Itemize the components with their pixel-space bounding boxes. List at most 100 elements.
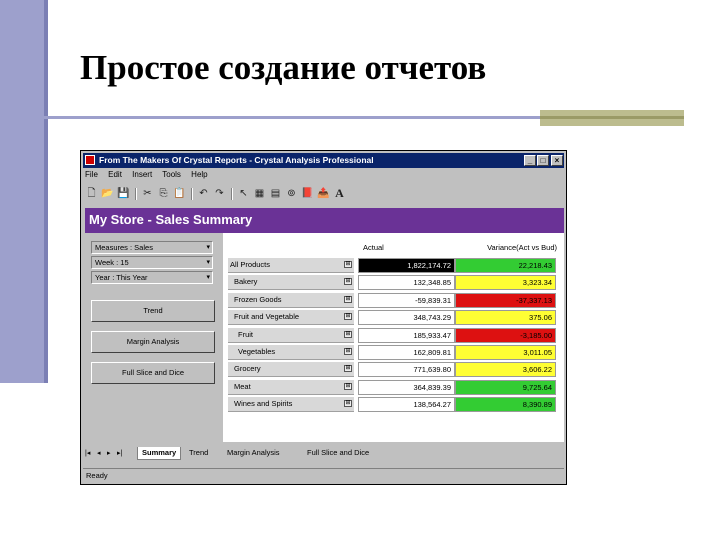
title-rule-accent-line: [540, 116, 684, 119]
undo-icon[interactable]: ↶: [197, 187, 210, 200]
window-titlebar[interactable]: From The Makers Of Crystal Reports - Cry…: [83, 153, 564, 168]
expand-icon[interactable]: ⊞: [344, 365, 352, 373]
first-sheet-icon[interactable]: |◂: [85, 449, 90, 457]
book-icon[interactable]: 📕: [301, 187, 314, 200]
title-rule: [30, 116, 540, 119]
menu-help[interactable]: Help: [191, 170, 207, 179]
row-label[interactable]: Frozen Goods ⊞: [228, 292, 354, 308]
prev-sheet-icon[interactable]: ◂: [97, 449, 101, 457]
dimension-year-label: Year : This Year: [95, 273, 148, 282]
row-label[interactable]: All Products ⊞: [228, 258, 354, 273]
expand-icon[interactable]: ⊞: [344, 261, 352, 268]
cell-actual[interactable]: 162,809.81: [358, 345, 455, 360]
cell-actual[interactable]: 1,822,174.72: [358, 258, 455, 273]
next-sheet-icon[interactable]: ▸: [107, 449, 111, 457]
row-label-text: Meat: [234, 381, 251, 391]
report-title: My Store - Sales Summary: [89, 212, 253, 227]
close-button[interactable]: ×: [551, 155, 563, 166]
expand-icon[interactable]: ⊞: [344, 278, 352, 286]
copy-icon[interactable]: ⎘: [157, 187, 170, 200]
cell-actual[interactable]: 771,639.80: [358, 362, 455, 378]
expand-icon[interactable]: ⊞: [344, 330, 352, 338]
explore-icon[interactable]: ⊚: [285, 187, 298, 200]
margin-analysis-button[interactable]: Margin Analysis: [91, 331, 215, 353]
expand-icon[interactable]: ⊞: [344, 295, 352, 303]
pointer-icon[interactable]: ↖: [237, 187, 250, 200]
slide-side-bar: [0, 0, 48, 383]
menu-edit[interactable]: Edit: [108, 170, 122, 179]
text-icon[interactable]: A: [333, 187, 346, 200]
row-label[interactable]: Grocery ⊞: [228, 362, 354, 378]
dimension-week[interactable]: Week : 15 ▾: [91, 256, 213, 269]
chart-icon[interactable]: ▤: [269, 187, 282, 200]
cell-variance[interactable]: 375.06: [455, 310, 556, 326]
app-icon: [85, 155, 95, 165]
tab-margin-analysis[interactable]: Margin Analysis: [223, 447, 284, 459]
report-left-panel: Measures : Sales ▾ Week : 15 ▾ Year : This…: [85, 233, 223, 442]
expand-icon[interactable]: ⊞: [344, 400, 352, 408]
redo-icon[interactable]: ↷: [213, 187, 226, 200]
cell-actual[interactable]: 138,564.27: [358, 397, 455, 413]
cell-variance[interactable]: 8,390.89: [455, 397, 556, 413]
row-label-text: Fruit and Vegetable: [234, 312, 300, 322]
last-sheet-icon[interactable]: ▸|: [117, 449, 122, 457]
export-icon[interactable]: 📤: [317, 187, 330, 200]
column-header-actual[interactable]: Actual: [360, 240, 458, 255]
cut-icon[interactable]: ✂: [141, 187, 154, 200]
chevron-down-icon: ▾: [206, 259, 210, 266]
save-icon[interactable]: 💾: [117, 187, 130, 200]
report-header: My Store - Sales Summary: [85, 208, 564, 233]
chevron-down-icon: ▾: [206, 274, 210, 281]
cell-actual[interactable]: 348,743.29: [358, 310, 455, 326]
full-slice-and-dice-button[interactable]: Full Slice and Dice: [91, 362, 215, 384]
dimension-week-label: Week : 15: [95, 258, 129, 267]
row-label-text: Grocery: [234, 364, 261, 374]
menu-file[interactable]: File: [85, 170, 98, 179]
trend-button[interactable]: Trend: [91, 300, 215, 322]
cell-variance[interactable]: 9,725.64: [455, 379, 556, 395]
cell-variance[interactable]: 3,323.34: [455, 275, 556, 291]
toolbar-separator: [191, 188, 193, 200]
row-label[interactable]: Wines and Spirits ⊞: [228, 397, 354, 413]
menu-tools[interactable]: Tools: [162, 170, 181, 179]
new-icon[interactable]: 🗋: [85, 187, 98, 200]
row-label-text: All Products: [230, 260, 271, 269]
cell-actual[interactable]: 132,348.85: [358, 275, 455, 291]
cell-variance[interactable]: -3,185.00: [455, 327, 556, 343]
row-label[interactable]: Fruit ⊞: [228, 327, 354, 343]
cell-variance[interactable]: 22,218.43: [455, 258, 556, 273]
row-label-text: Bakery: [234, 277, 258, 287]
minimize-button[interactable]: _: [524, 155, 536, 166]
row-label[interactable]: Fruit and Vegetable ⊞: [228, 310, 354, 326]
cell-variance[interactable]: -37,337.13: [455, 292, 556, 308]
cell-actual[interactable]: 185,933.47: [358, 327, 455, 343]
open-icon[interactable]: 📂: [101, 187, 114, 200]
tab-full-slice-and-dice[interactable]: Full Slice and Dice: [303, 447, 373, 459]
cell-variance[interactable]: 3,606.22: [455, 362, 556, 378]
expand-icon[interactable]: ⊞: [344, 313, 352, 321]
report-area: My Store - Sales Summary Measures : Sale…: [85, 208, 564, 442]
expand-icon[interactable]: ⊞: [344, 382, 352, 390]
maximize-button[interactable]: □: [537, 155, 549, 166]
report-grid: Actual Variance(Act vs Bud) All Products…: [223, 233, 564, 442]
row-label[interactable]: Meat ⊞: [228, 379, 354, 395]
grid-icon[interactable]: ▦: [253, 187, 266, 200]
column-header-variance[interactable]: Variance(Act vs Bud): [457, 240, 557, 255]
dimension-measures[interactable]: Measures : Sales ▾: [91, 241, 213, 254]
row-label[interactable]: Bakery ⊞: [228, 275, 354, 291]
cell-actual[interactable]: 364,839.39: [358, 379, 455, 395]
expand-icon[interactable]: ⊞: [344, 348, 352, 355]
cell-variance[interactable]: 3,011.05: [455, 345, 556, 360]
menu-insert[interactable]: Insert: [132, 170, 152, 179]
chevron-down-icon: ▾: [206, 244, 210, 251]
status-bar: Ready: [83, 468, 564, 482]
row-label[interactable]: Vegetables ⊞: [228, 345, 354, 360]
dimension-year[interactable]: Year : This Year ▾: [91, 271, 213, 284]
toolbar-separator: [231, 188, 233, 200]
window-title: From The Makers Of Crystal Reports - Cry…: [99, 155, 374, 165]
cell-actual[interactable]: -59,839.31: [358, 292, 455, 308]
tab-trend[interactable]: Trend: [185, 447, 212, 459]
paste-icon[interactable]: 📋: [173, 187, 186, 200]
sheet-tab-bar: |◂ ◂ ▸ ▸| Summary Trend Margin Analysis …: [85, 447, 562, 461]
tab-summary[interactable]: Summary: [137, 447, 182, 460]
